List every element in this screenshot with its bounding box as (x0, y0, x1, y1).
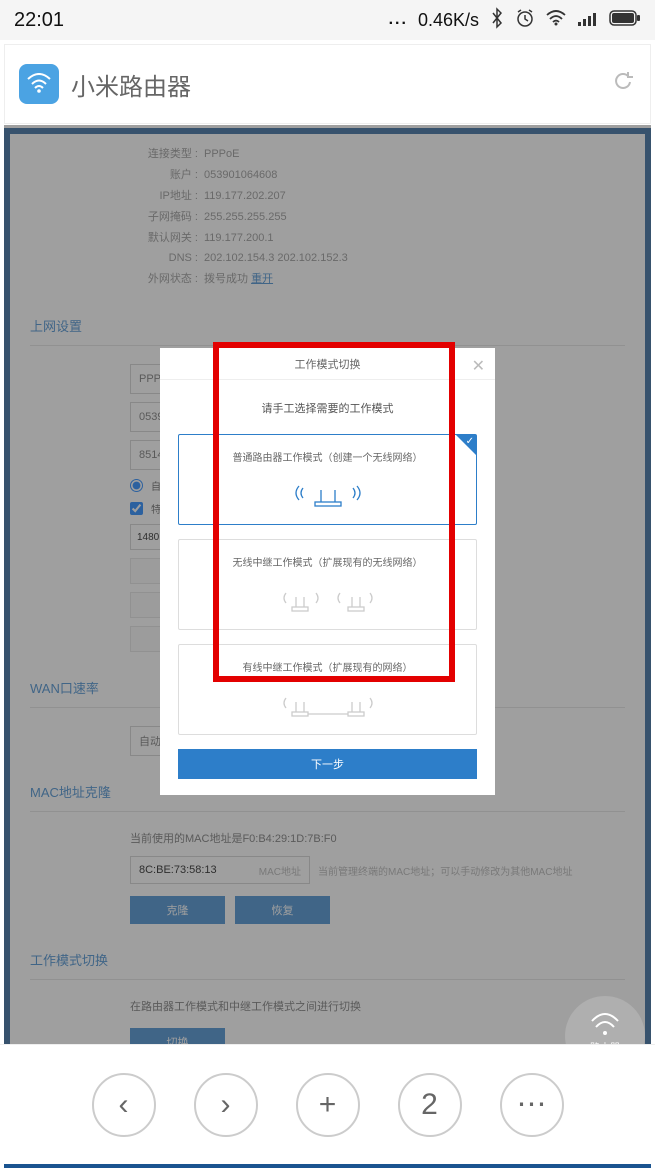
more-dots: ... (389, 11, 408, 29)
mode-switch-modal: 工作模式切换 ✕ 请手工选择需要的工作模式 普通路由器工作模式（创建一个无线网络… (160, 348, 495, 795)
forward-button[interactable]: › (194, 1073, 258, 1137)
wireless-repeat-icon (189, 583, 466, 613)
page-title: 小米路由器 (71, 67, 610, 102)
modal-prompt: 请手工选择需要的工作模式 (178, 400, 477, 416)
back-button[interactable]: ‹ (92, 1073, 156, 1137)
wifi-app-icon (19, 64, 59, 104)
refresh-icon[interactable] (610, 69, 636, 100)
new-tab-button[interactable]: + (296, 1073, 360, 1137)
close-icon[interactable]: ✕ (472, 356, 485, 376)
battery-icon (609, 10, 641, 31)
browser-title-bar: 小米路由器 (4, 44, 651, 124)
modal-title: 工作模式切换 (295, 356, 361, 372)
browser-bottom-nav: ‹ › + 2 ⋯ (0, 1044, 655, 1164)
status-icons: ... 0.46K/s (389, 7, 641, 34)
wifi-icon (545, 9, 567, 32)
router-icon (189, 478, 466, 508)
status-bar: 22:01 ... 0.46K/s (0, 0, 655, 40)
modal-header: 工作模式切换 ✕ (160, 348, 495, 380)
mode-option-wireless-repeat[interactable]: 无线中继工作模式（扩展现有的无线网络） (178, 539, 477, 630)
clock: 22:01 (14, 9, 64, 32)
tabs-button[interactable]: 2 (398, 1073, 462, 1137)
bluetooth-icon (489, 7, 505, 34)
net-speed: 0.46K/s (418, 10, 479, 31)
mode-option-router[interactable]: 普通路由器工作模式（创建一个无线网络） (178, 434, 477, 525)
next-button[interactable]: 下一步 (178, 749, 477, 779)
signal-icon (577, 9, 599, 32)
wired-repeat-icon (189, 688, 466, 718)
menu-button[interactable]: ⋯ (500, 1073, 564, 1137)
mode-option-wired-repeat[interactable]: 有线中继工作模式（扩展现有的网络） (178, 644, 477, 735)
check-icon (456, 435, 476, 455)
alarm-icon (515, 8, 535, 33)
